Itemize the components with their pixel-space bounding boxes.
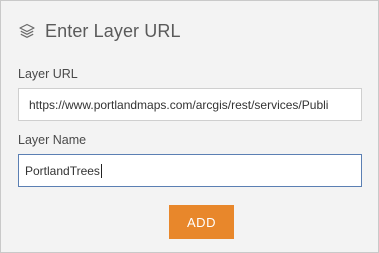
text-cursor [100,163,102,178]
panel-title: Enter Layer URL [45,20,181,41]
layer-url-input[interactable]: https://www.portlandmaps.com/arcgis/rest… [18,88,362,121]
layer-name-value: PortlandTrees [25,163,100,178]
add-button[interactable]: ADD [169,205,234,239]
layer-url-value: https://www.portlandmaps.com/arcgis/rest… [29,97,329,112]
layers-icon [18,22,36,40]
layer-url-label: Layer URL [18,67,78,81]
layer-name-label: Layer Name [18,133,87,147]
layer-name-input[interactable]: PortlandTrees [18,154,362,187]
add-layer-panel: Enter Layer URL Layer URL https://www.po… [0,0,379,253]
panel-header: Enter Layer URL [18,20,181,42]
